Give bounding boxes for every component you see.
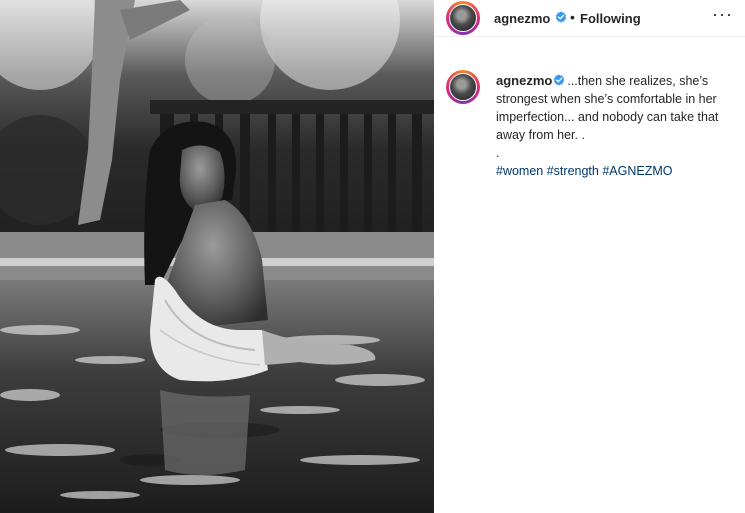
avatar[interactable] bbox=[449, 4, 477, 32]
separator-dot: • bbox=[570, 9, 575, 25]
verified-badge-icon bbox=[555, 11, 567, 23]
caption-story-ring[interactable] bbox=[446, 70, 480, 104]
caption-avatar[interactable] bbox=[449, 73, 477, 101]
caption-dot: . bbox=[496, 146, 500, 160]
post-header: agnezmo • Following ··· bbox=[434, 0, 745, 37]
hashtag-link[interactable]: #women bbox=[496, 164, 543, 178]
caption-username[interactable]: agnezmo bbox=[496, 73, 552, 88]
caption-text: agnezmo ...then she realizes, she’s stro… bbox=[496, 72, 724, 180]
post-image bbox=[0, 0, 434, 513]
following-button[interactable]: Following bbox=[580, 11, 641, 26]
post-side-panel: agnezmo • Following ··· agnezmo ...then … bbox=[434, 0, 745, 513]
post-photo[interactable] bbox=[0, 0, 434, 513]
verified-badge-icon bbox=[554, 74, 565, 86]
story-ring[interactable] bbox=[446, 1, 480, 35]
header-username[interactable]: agnezmo bbox=[494, 11, 550, 26]
more-options-icon[interactable]: ··· bbox=[712, 5, 733, 23]
hashtag-list: #women #strength #AGNEZMO bbox=[496, 162, 724, 180]
hashtag-link[interactable]: #strength bbox=[547, 164, 599, 178]
hashtag-link[interactable]: #AGNEZMO bbox=[602, 164, 672, 178]
